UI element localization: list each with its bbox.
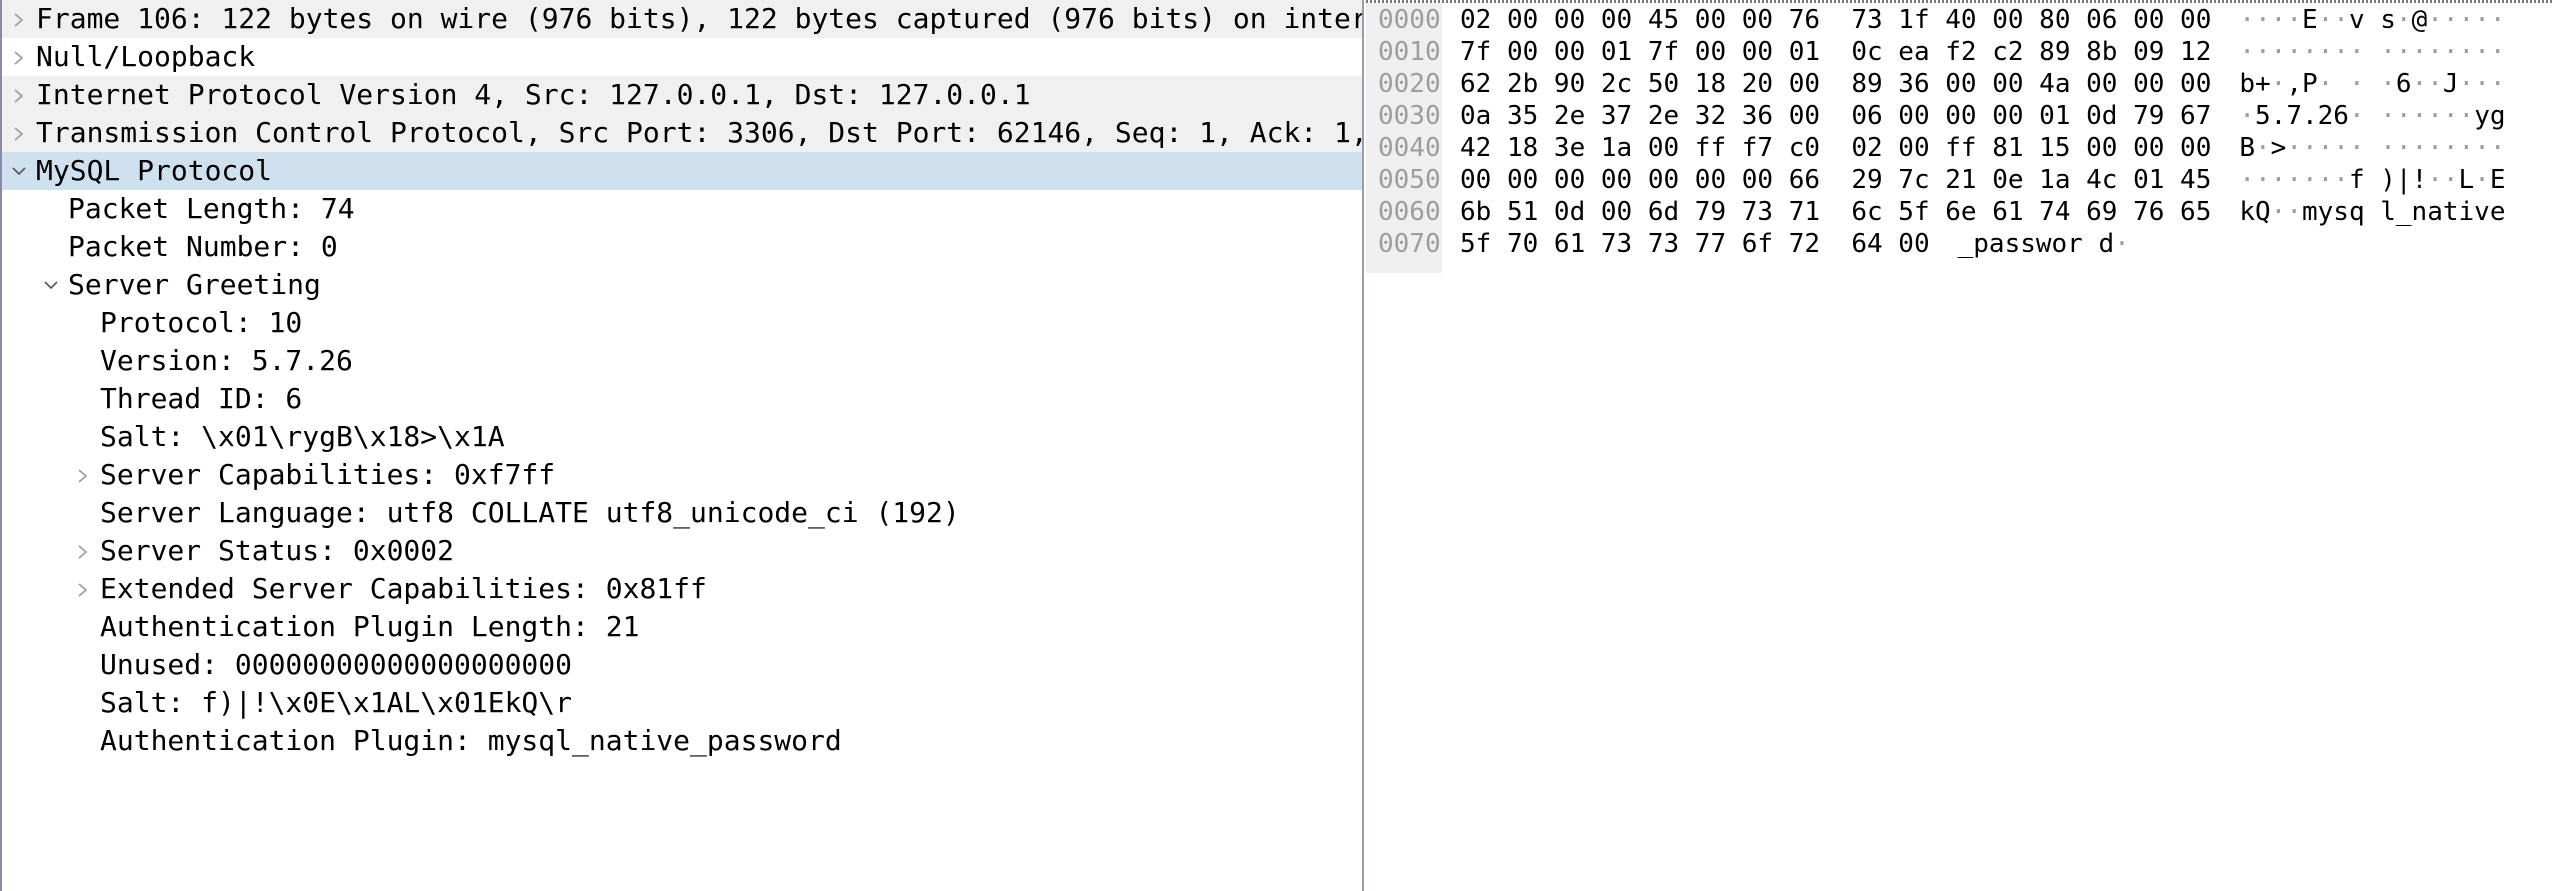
detail-tree-row-label: Packet Length: 74 <box>68 192 355 225</box>
detail-tree-row[interactable]: Transmission Control Protocol, Src Port:… <box>2 114 1362 152</box>
expand-toggle-closed[interactable] <box>2 114 36 152</box>
detail-tree-row[interactable]: Protocol: 10 <box>2 304 1362 342</box>
hex-offset: 0060 <box>1378 197 1441 227</box>
detail-tree-row[interactable]: Packet Number: 0 <box>2 228 1362 266</box>
hex-bytes: 62 2b 90 2c 50 18 20 00 89 36 00 00 4a 0… <box>1460 69 2212 99</box>
chevron-right-icon <box>78 583 88 597</box>
chevron-right-icon <box>14 89 24 103</box>
expand-toggle-closed[interactable] <box>2 0 36 38</box>
detail-tree-row-label: Extended Server Capabilities: 0x81ff <box>100 572 707 605</box>
hex-offset: 0040 <box>1378 133 1441 163</box>
detail-tree-row[interactable]: Salt: \x01\rygB\x18>\x1A <box>2 418 1362 456</box>
detail-tree-row[interactable]: Server Language: utf8 COLLATE utf8_unico… <box>2 494 1362 532</box>
detail-tree-row-label: Server Capabilities: 0xf7ff <box>100 458 556 491</box>
packet-bytes-pane[interactable]: 0000 02 00 00 00 45 00 00 76 73 1f 40 00 … <box>1366 0 2553 891</box>
detail-tree-row[interactable]: Null/Loopback <box>2 38 1362 76</box>
detail-tree-row-label: Salt: \x01\rygB\x18>\x1A <box>100 420 505 453</box>
detail-tree-row-label: MySQL Protocol <box>36 154 273 187</box>
detail-tree-row-label: Internet Protocol Version 4, Src: 127.0.… <box>36 78 1031 111</box>
detail-tree-row[interactable]: Authentication Plugin Length: 21 <box>2 608 1362 646</box>
chevron-right-icon <box>14 13 24 27</box>
hex-ascii: kQ··mysq l_native <box>2239 197 2506 227</box>
chevron-down-icon <box>44 281 58 290</box>
hex-offset: 0050 <box>1378 165 1441 195</box>
detail-tree-row[interactable]: Salt: f)|!\x0E\x1AL\x01EkQ\r <box>2 684 1362 722</box>
hex-offset: 0070 <box>1378 229 1441 259</box>
hex-ascii: ·5.7.26· ······yg <box>2239 101 2506 131</box>
hex-dump-row[interactable]: 0040 42 18 3e 1a 00 ff f7 c0 02 00 ff 81 … <box>1366 132 2553 164</box>
detail-tree-row[interactable]: Server Greeting <box>2 266 1362 304</box>
hex-bytes: 5f 70 61 73 73 77 6f 72 64 00 <box>1460 229 1930 259</box>
hex-bytes: 02 00 00 00 45 00 00 76 73 1f 40 00 80 0… <box>1460 5 2212 35</box>
detail-tree-row-label: Packet Number: 0 <box>68 230 338 263</box>
hex-dump-row[interactable]: 0050 00 00 00 00 00 00 00 66 29 7c 21 0e … <box>1366 164 2553 196</box>
detail-tree-row[interactable]: Extended Server Capabilities: 0x81ff <box>2 570 1362 608</box>
expand-toggle-closed[interactable] <box>2 38 36 76</box>
detail-tree-row-label: Salt: f)|!\x0E\x1AL\x01EkQ\r <box>100 686 573 719</box>
hex-ascii: ········ ········ <box>2239 37 2506 67</box>
chevron-right-icon <box>14 127 24 141</box>
chevron-right-icon <box>14 51 24 65</box>
hex-bytes: 7f 00 00 01 7f 00 00 01 0c ea f2 c2 89 8… <box>1460 37 2212 67</box>
detail-tree-row-label: Server Status: 0x0002 <box>100 534 455 567</box>
expand-toggle-closed[interactable] <box>2 76 36 114</box>
detail-tree-row[interactable]: Server Status: 0x0002 <box>2 532 1362 570</box>
hex-dump-row[interactable]: 0060 6b 51 0d 00 6d 79 73 71 6c 5f 6e 61 … <box>1366 196 2553 228</box>
packet-details-pane[interactable]: Frame 106: 122 bytes on wire (976 bits),… <box>0 0 1362 891</box>
hex-ascii: _passwor d· <box>1957 229 2130 259</box>
expand-toggle-closed[interactable] <box>66 456 100 494</box>
hex-dump-row[interactable]: 0010 7f 00 00 01 7f 00 00 01 0c ea f2 c2 … <box>1366 36 2553 68</box>
detail-tree-row-label: Authentication Plugin: mysql_native_pass… <box>100 724 842 757</box>
chevron-down-icon <box>12 167 26 176</box>
detail-tree-row-label: Authentication Plugin Length: 21 <box>100 610 640 643</box>
detail-tree-row[interactable]: Frame 106: 122 bytes on wire (976 bits),… <box>2 0 1362 38</box>
detail-tree-row[interactable]: Thread ID: 6 <box>2 380 1362 418</box>
hex-bytes: 00 00 00 00 00 00 00 66 29 7c 21 0e 1a 4… <box>1460 165 2212 195</box>
detail-tree-row[interactable]: Version: 5.7.26 <box>2 342 1362 380</box>
wireshark-packet-view: Frame 106: 122 bytes on wire (976 bits),… <box>0 0 2553 891</box>
hex-dump-row[interactable]: 0000 02 00 00 00 45 00 00 76 73 1f 40 00 … <box>1366 4 2553 36</box>
detail-tree-row-label: Server Greeting <box>68 268 321 301</box>
expand-toggle-open[interactable] <box>34 266 68 304</box>
detail-tree-row[interactable]: Internet Protocol Version 4, Src: 127.0.… <box>2 76 1362 114</box>
hex-ascii: ····E··v s·@····· <box>2239 5 2506 35</box>
hex-bytes: 6b 51 0d 00 6d 79 73 71 6c 5f 6e 61 74 6… <box>1460 197 2212 227</box>
hex-offset: 0020 <box>1378 69 1441 99</box>
detail-tree-row-label: Unused: 00000000000000000000 <box>100 648 573 681</box>
detail-tree-row[interactable]: Packet Length: 74 <box>2 190 1362 228</box>
detail-tree-row-label: Transmission Control Protocol, Src Port:… <box>36 116 1362 149</box>
hex-offset: 0030 <box>1378 101 1441 131</box>
chevron-right-icon <box>78 469 88 483</box>
detail-tree-row-label: Frame 106: 122 bytes on wire (976 bits),… <box>36 2 1362 35</box>
hex-bytes: 42 18 3e 1a 00 ff f7 c0 02 00 ff 81 15 0… <box>1460 133 2212 163</box>
detail-tree-row[interactable]: Server Capabilities: 0xf7ff <box>2 456 1362 494</box>
hex-ascii: b+·,P· · ·6··J··· <box>2239 69 2506 99</box>
packet-detail-tree[interactable]: Frame 106: 122 bytes on wire (976 bits),… <box>2 0 1362 760</box>
hex-ascii: B·>····· ········ <box>2239 133 2506 163</box>
hex-ascii: ·······f )|!··L·E <box>2239 165 2506 195</box>
hex-dump-row[interactable]: 0070 5f 70 61 73 73 77 6f 72 64 00 _passwo… <box>1366 228 2553 260</box>
chevron-right-icon <box>78 545 88 559</box>
detail-tree-row-label: Server Language: utf8 COLLATE utf8_unico… <box>100 496 960 529</box>
expand-toggle-open[interactable] <box>2 152 36 190</box>
detail-tree-row[interactable]: MySQL Protocol <box>2 152 1362 190</box>
hex-dump-rows[interactable]: 0000 02 00 00 00 45 00 00 76 73 1f 40 00 … <box>1366 0 2553 260</box>
detail-tree-row[interactable]: Authentication Plugin: mysql_native_pass… <box>2 722 1362 760</box>
detail-tree-row-label: Null/Loopback <box>36 40 256 73</box>
detail-tree-row-label: Version: 5.7.26 <box>100 344 353 377</box>
detail-tree-row-label: Thread ID: 6 <box>100 382 303 415</box>
detail-tree-row[interactable]: Unused: 00000000000000000000 <box>2 646 1362 684</box>
hex-offset: 0000 <box>1378 5 1441 35</box>
hex-dump-row[interactable]: 0020 62 2b 90 2c 50 18 20 00 89 36 00 00 … <box>1366 68 2553 100</box>
hex-bytes: 0a 35 2e 37 2e 32 36 00 06 00 00 00 01 0… <box>1460 101 2212 131</box>
expand-toggle-closed[interactable] <box>66 570 100 608</box>
hex-offset: 0010 <box>1378 37 1441 67</box>
hex-dump-row[interactable]: 0030 0a 35 2e 37 2e 32 36 00 06 00 00 00 … <box>1366 100 2553 132</box>
detail-tree-row-label: Protocol: 10 <box>100 306 303 339</box>
expand-toggle-closed[interactable] <box>66 532 100 570</box>
